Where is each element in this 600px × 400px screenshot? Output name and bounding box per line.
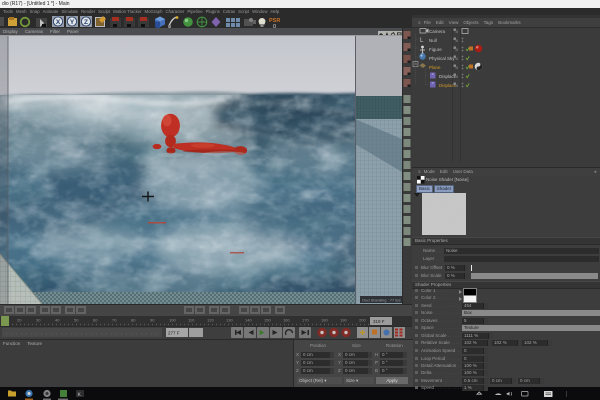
svg-text:30: 30 xyxy=(36,318,41,323)
svg-text:Oud Standing : 77 fps: Oud Standing : 77 fps xyxy=(362,298,401,303)
svg-text:Z: Z xyxy=(84,19,88,26)
svg-text:319 F: 319 F xyxy=(373,319,385,324)
svg-text:70: 70 xyxy=(112,318,117,323)
svg-text:Y: Y xyxy=(70,19,75,26)
svg-text:190: 190 xyxy=(340,318,347,323)
svg-text:Camera: Camera xyxy=(429,29,446,34)
svg-text:Physical Sky: Physical Sky xyxy=(429,56,455,61)
svg-text:50: 50 xyxy=(74,318,79,323)
svg-text:150: 150 xyxy=(264,318,271,323)
svg-text:L: L xyxy=(420,38,424,44)
svg-text:Figure: Figure xyxy=(429,47,442,52)
svg-text:170: 170 xyxy=(302,318,309,323)
svg-text:20: 20 xyxy=(17,318,22,323)
svg-text:80: 80 xyxy=(131,318,136,323)
svg-text:160: 160 xyxy=(283,318,290,323)
svg-text:180: 180 xyxy=(321,318,328,323)
svg-text:40: 40 xyxy=(55,318,60,323)
svg-text:X: X xyxy=(56,19,61,26)
svg-text:110: 110 xyxy=(188,318,195,323)
svg-text:Plane: Plane xyxy=(429,65,441,70)
svg-text:100: 100 xyxy=(169,318,176,323)
svg-text:130: 130 xyxy=(226,318,233,323)
svg-text:200: 200 xyxy=(359,318,366,323)
svg-text:120: 120 xyxy=(207,318,214,323)
svg-text:90: 90 xyxy=(150,318,155,323)
svg-text:140: 140 xyxy=(245,318,252,323)
svg-text:60: 60 xyxy=(93,318,98,323)
svg-text:Null: Null xyxy=(429,38,437,43)
svg-text:277 F: 277 F xyxy=(168,331,180,336)
